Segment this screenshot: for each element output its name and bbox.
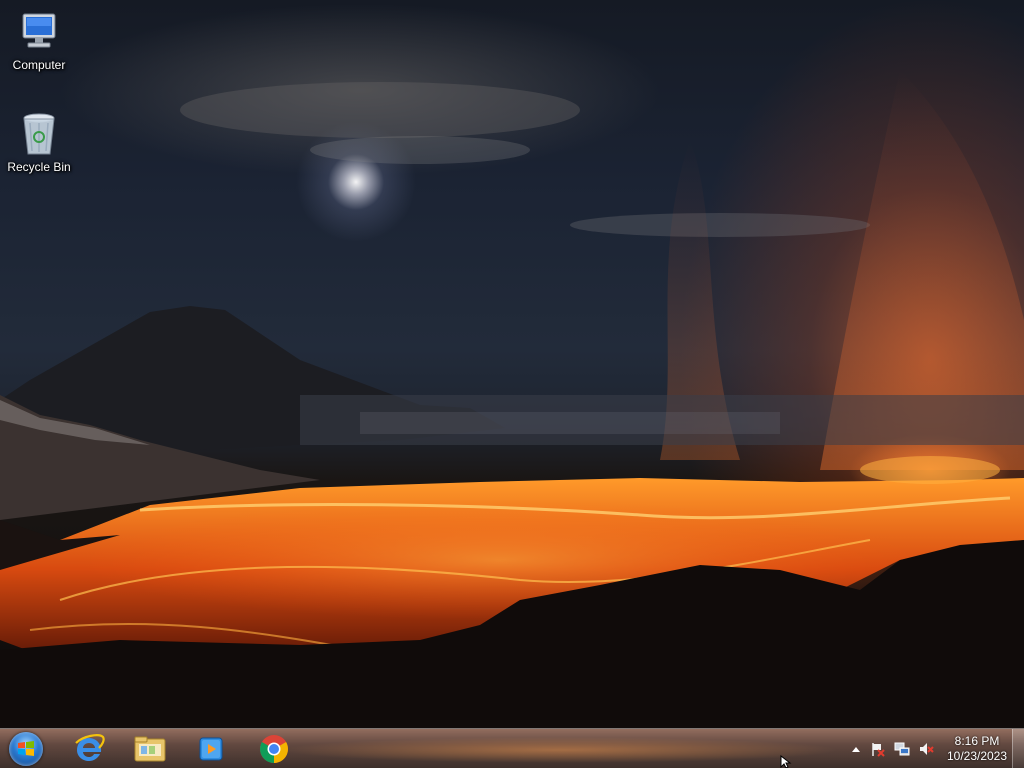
recycle-bin-icon	[23, 113, 55, 155]
taskbar-chrome[interactable]	[246, 730, 302, 768]
network-icon[interactable]	[894, 741, 910, 757]
clock[interactable]: 8:16 PM 10/23/2023	[942, 734, 1012, 764]
taskbar-media-player[interactable]	[183, 730, 239, 768]
volume-muted-icon[interactable]	[918, 741, 934, 757]
taskbar: 8:16 PM 10/23/2023	[0, 728, 1024, 769]
desktop-icon-label: Computer	[12, 58, 66, 72]
computer-icon	[22, 13, 56, 48]
desktop[interactable]: Computer Recycle Bin	[0, 0, 1024, 728]
desktop-icon-recycle-bin[interactable]: Recycle Bin	[2, 110, 76, 174]
taskbar-glow	[280, 737, 840, 763]
file-explorer-icon	[134, 736, 166, 762]
clock-date: 10/23/2023	[946, 749, 1008, 763]
wallpaper-landscape	[0, 70, 1024, 728]
internet-explorer-icon	[75, 734, 105, 761]
taskbar-windows-explorer[interactable]	[122, 730, 178, 768]
windows-logo-icon	[18, 741, 34, 756]
taskbar-internet-explorer[interactable]	[61, 730, 117, 768]
windows-start-orb	[9, 732, 43, 766]
system-tray: 8:16 PM 10/23/2023	[834, 729, 1024, 769]
show-hidden-icons-arrow[interactable]	[848, 741, 864, 757]
mouse-cursor-icon	[780, 755, 792, 768]
desktop-icon-computer[interactable]: Computer	[2, 8, 76, 72]
clock-time: 8:16 PM	[954, 734, 1000, 748]
show-desktop-button[interactable]	[1012, 729, 1024, 769]
media-player-icon	[199, 737, 223, 761]
chrome-icon	[260, 735, 288, 763]
start-button[interactable]	[4, 730, 48, 768]
desktop-icon-label: Recycle Bin	[7, 160, 71, 174]
action-center-flag-icon[interactable]	[870, 741, 886, 757]
